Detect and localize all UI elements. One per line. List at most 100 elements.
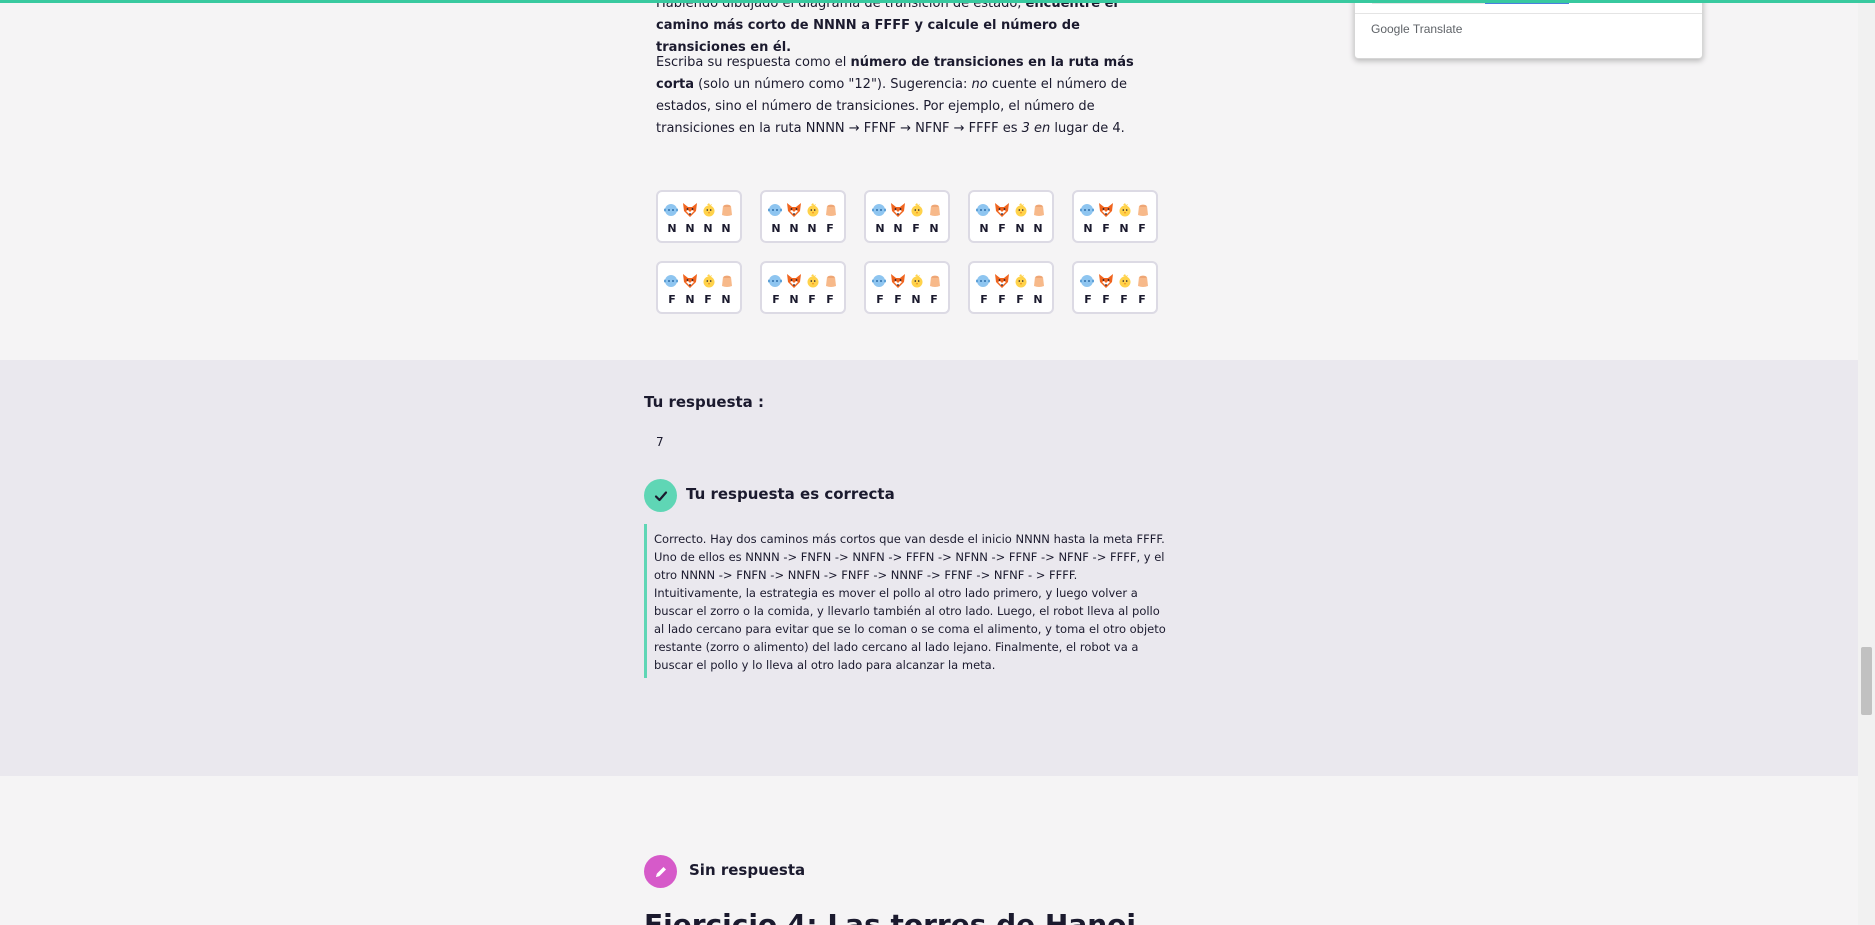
state-letter: N	[685, 222, 695, 235]
instructions-italic-2: 3 en	[1021, 121, 1051, 136]
state-letter: N	[1119, 222, 1129, 235]
state-icons-row	[1079, 271, 1151, 291]
grain-icon	[1135, 273, 1151, 289]
fox-icon	[1097, 201, 1115, 219]
chicken-icon	[701, 202, 717, 218]
fox-icon	[681, 272, 699, 290]
google-translate-brand: Google Translate	[1371, 22, 1462, 36]
grain-icon	[1031, 202, 1047, 218]
state-code: FNFF	[767, 293, 839, 306]
chicken-icon	[1117, 273, 1133, 289]
grain-icon	[1031, 273, 1047, 289]
state-letter: F	[826, 293, 834, 306]
state-letter: F	[772, 293, 780, 306]
chicken-icon	[805, 202, 821, 218]
state-card: NNNN	[656, 190, 742, 243]
translate-label: Translate	[1409, 22, 1463, 36]
state-letter: F	[980, 293, 988, 306]
fox-icon	[785, 272, 803, 290]
instructions-text-4: lugar de 4.	[1050, 121, 1125, 136]
state-card: NFNN	[968, 190, 1054, 243]
state-letter: N	[929, 222, 939, 235]
grain-icon	[823, 202, 839, 218]
instructions-italic-1: no	[971, 77, 988, 92]
robot-icon	[1079, 273, 1095, 289]
state-letter: F	[1102, 293, 1110, 306]
robot-icon	[663, 202, 679, 218]
state-letter: F	[894, 293, 902, 306]
state-letter: F	[998, 222, 1006, 235]
answer-value: 7	[656, 435, 664, 449]
feedback-text: Correcto. Hay dos caminos más cortos que…	[644, 524, 1168, 678]
google-logo-text: Google	[1371, 22, 1410, 36]
state-card: NNFN	[864, 190, 950, 243]
grain-icon	[1135, 202, 1151, 218]
robot-icon	[663, 273, 679, 289]
state-icons-row	[767, 200, 839, 220]
state-letter: N	[1033, 293, 1043, 306]
state-letter: F	[876, 293, 884, 306]
state-letter: F	[1138, 222, 1146, 235]
state-card: FNFN	[656, 261, 742, 314]
state-letter: N	[1033, 222, 1043, 235]
state-letter: F	[668, 293, 676, 306]
check-icon	[644, 479, 677, 512]
scrollbar-track[interactable]	[1858, 0, 1875, 925]
state-icons-row	[975, 200, 1047, 220]
fox-icon	[681, 201, 699, 219]
state-icons-row	[663, 200, 735, 220]
state-code: FFFN	[975, 293, 1047, 306]
robot-icon	[871, 273, 887, 289]
grain-icon	[719, 202, 735, 218]
state-letter: F	[1102, 222, 1110, 235]
google-translate-popup[interactable]: Google Translate	[1354, 0, 1703, 59]
state-icons-row	[663, 271, 735, 291]
state-letter: F	[930, 293, 938, 306]
state-letter: F	[704, 293, 712, 306]
fox-icon	[1097, 272, 1115, 290]
answer-section: Tu respuesta : 7 Tu respuesta es correct…	[0, 360, 1858, 776]
instructions-text-1: Escriba su respuesta como el	[656, 55, 851, 70]
state-letter: N	[667, 222, 677, 235]
state-code: FNFN	[663, 293, 735, 306]
instructions-text-2: (solo un número como "12"). Sugerencia:	[694, 77, 972, 92]
scrollbar-thumb[interactable]	[1861, 647, 1872, 715]
robot-icon	[871, 202, 887, 218]
state-letter: F	[1016, 293, 1024, 306]
state-letter: N	[807, 222, 817, 235]
fox-icon	[889, 272, 907, 290]
popup-divider	[1355, 13, 1702, 14]
chicken-icon	[805, 273, 821, 289]
state-code: NFNF	[1079, 222, 1151, 235]
state-card: FFFF	[1072, 261, 1158, 314]
state-code: NNNF	[767, 222, 839, 235]
state-letter: N	[789, 293, 799, 306]
state-code: NNFN	[871, 222, 943, 235]
state-letter: N	[911, 293, 921, 306]
state-letter: N	[771, 222, 781, 235]
state-code: NNNN	[663, 222, 735, 235]
state-code: FFFF	[1079, 293, 1151, 306]
question-intro: Habiendo dibujado el diagrama de transic…	[656, 0, 1156, 59]
fox-icon	[785, 201, 803, 219]
robot-icon	[767, 202, 783, 218]
fox-icon	[993, 201, 1011, 219]
state-icons-row	[1079, 200, 1151, 220]
question-instructions: Escriba su respuesta como el número de t…	[656, 52, 1156, 140]
state-code: NFNN	[975, 222, 1047, 235]
exercise-heading: Ejercicio 4: Las torres de Hanoi	[644, 908, 1136, 925]
chicken-icon	[701, 273, 717, 289]
pencil-icon	[644, 855, 677, 888]
answer-label: Tu respuesta :	[644, 393, 765, 411]
state-icons-row	[871, 271, 943, 291]
state-letter: N	[875, 222, 885, 235]
state-letter: F	[1120, 293, 1128, 306]
robot-icon	[1079, 202, 1095, 218]
state-card: NFNF	[1072, 190, 1158, 243]
fox-icon	[993, 272, 1011, 290]
state-card: FNFF	[760, 261, 846, 314]
state-letter: N	[721, 293, 731, 306]
state-letter: F	[998, 293, 1006, 306]
state-cards-grid: NNNNNNNFNNFNNFNNNFNFFNFNFNFFFFNFFFFNFFFF	[656, 190, 1158, 314]
state-icons-row	[871, 200, 943, 220]
